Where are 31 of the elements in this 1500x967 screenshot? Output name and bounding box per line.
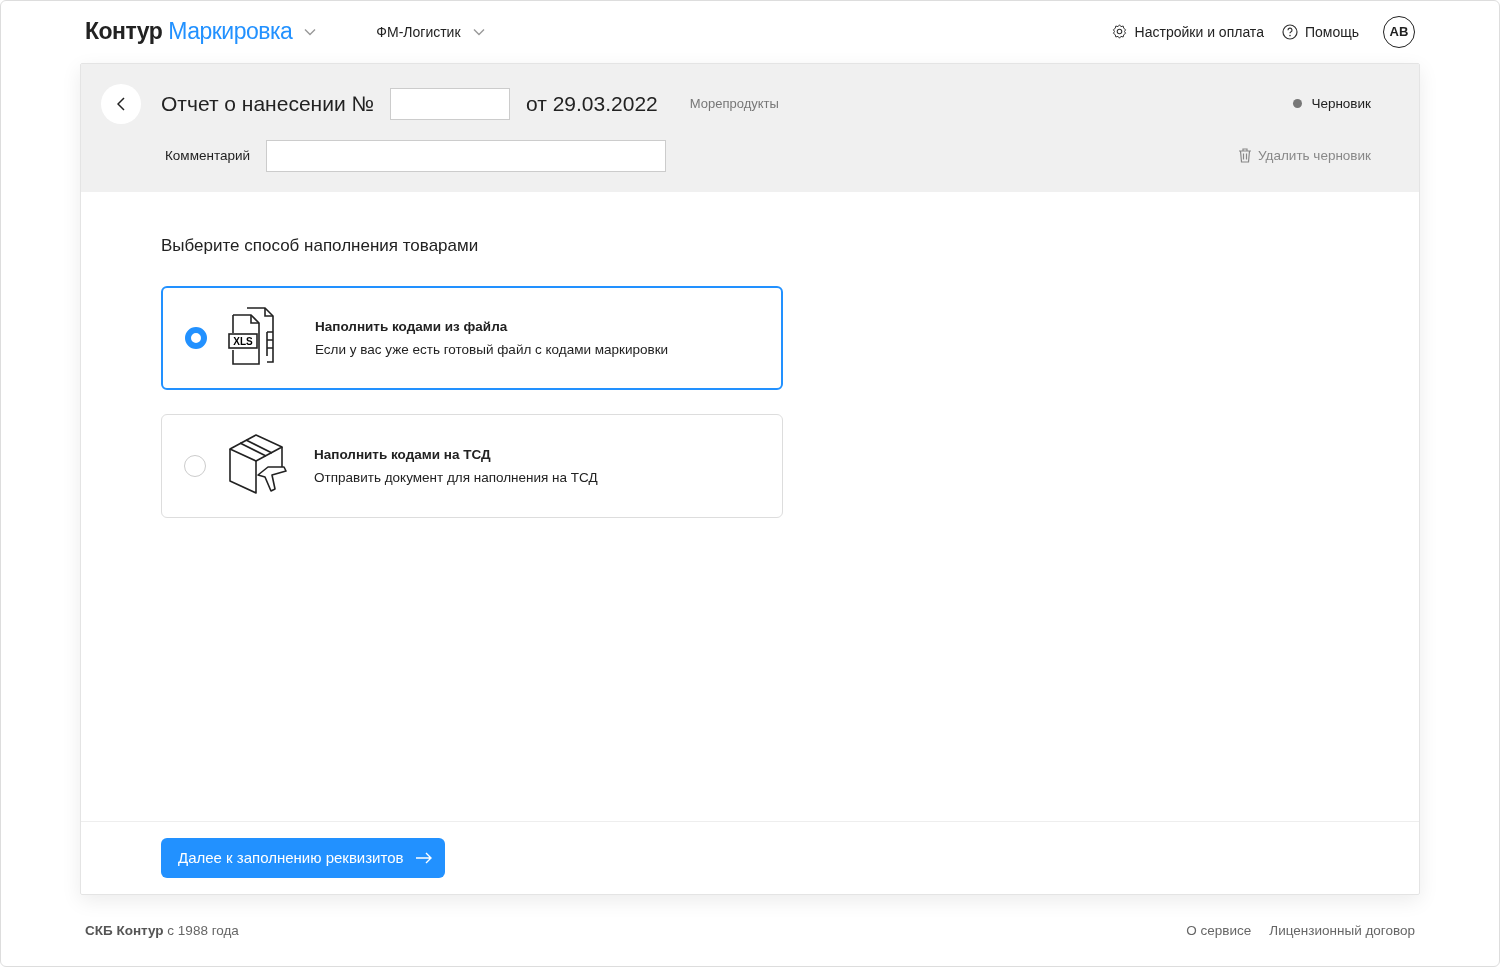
document-number-field[interactable] xyxy=(390,87,510,120)
copyright-text: СКБ Контур с 1988 года xyxy=(85,922,239,938)
settings-icon xyxy=(1110,23,1128,41)
comment-label: Комментарий xyxy=(165,148,251,164)
arrow-right-icon xyxy=(415,851,433,864)
status-label: Черновик xyxy=(1311,96,1371,112)
document-date: от 29.03.2022 xyxy=(526,91,658,116)
back-button[interactable] xyxy=(101,83,141,124)
help-icon xyxy=(1281,23,1298,40)
chevron-down-icon[interactable] xyxy=(304,27,317,36)
trash-icon xyxy=(1238,148,1253,164)
help-link[interactable]: Помощь xyxy=(1281,23,1359,40)
product-logo[interactable]: Контур Маркировка xyxy=(85,18,293,46)
settings-link[interactable]: Настройки и оплата xyxy=(1110,23,1264,41)
footer-link[interactable]: Лицензионный договор xyxy=(1269,922,1415,938)
option-description: Отправить документ для наполнения на ТСД xyxy=(314,469,598,485)
document-title: Отчет о нанесении № xyxy=(161,91,374,116)
section-title: Выберите способ наполнения товарами xyxy=(161,235,480,256)
option-description: Если у вас уже есть готовый файл с кодами маркировки xyxy=(315,341,669,357)
option-title: Наполнить кодами из файла xyxy=(315,318,509,334)
option-title: Наполнить кодами на ТСД xyxy=(314,446,492,462)
box-with-scanner-icon xyxy=(226,432,290,495)
option-card[interactable]: XLS Наполнить кодами из файла Если у вас уже есть готовый файл с кодами маркировки xyxy=(161,285,783,390)
comment-field[interactable] xyxy=(266,139,667,172)
organization-selector[interactable]: ФМ-Логистик xyxy=(376,23,461,40)
product-category: Морепродукты xyxy=(689,96,779,112)
back-icon xyxy=(117,96,125,111)
radio-button[interactable] xyxy=(185,326,207,349)
option-card[interactable]: Наполнить кодами на ТСД Отправить документ для наполнения на ТСД xyxy=(161,413,783,518)
chevron-down-icon[interactable] xyxy=(472,27,485,36)
footer-link[interactable]: О сервисе xyxy=(1186,922,1252,938)
